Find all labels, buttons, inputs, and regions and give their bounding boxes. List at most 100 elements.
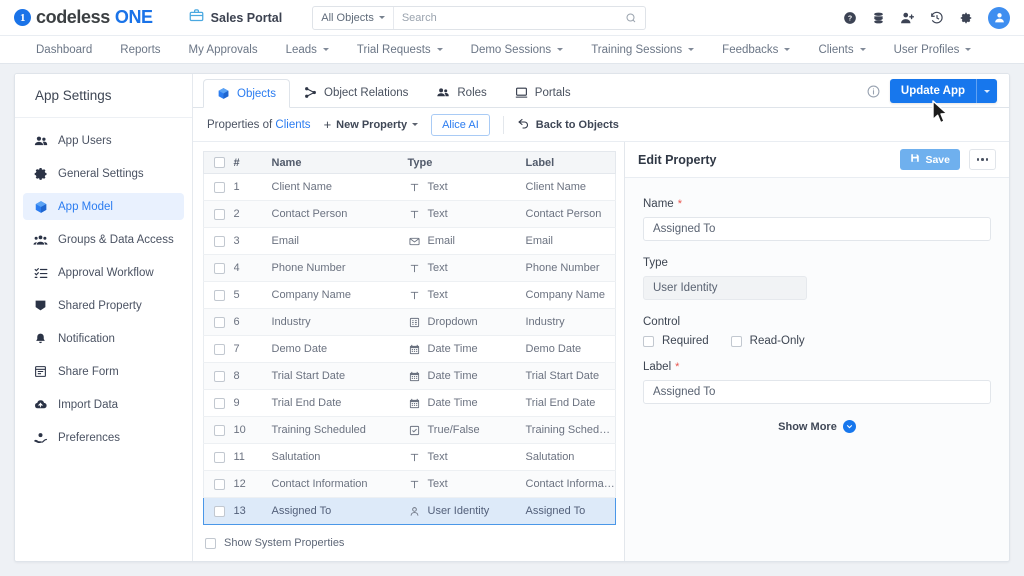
nav-item-user-profiles[interactable]: User Profiles — [880, 36, 986, 63]
table-row[interactable]: 1 Client Name Text Client Name — [204, 174, 616, 201]
nav-item-leads[interactable]: Leads — [272, 36, 343, 63]
table-row[interactable]: 6 Industry Dropdown Industry — [204, 309, 616, 336]
required-checkbox-group[interactable]: Required — [643, 335, 709, 347]
chevron-down-icon — [412, 123, 418, 126]
gear-icon[interactable] — [959, 11, 973, 25]
row-checkbox[interactable] — [214, 182, 225, 193]
checkbox-icon — [408, 425, 421, 436]
update-app-button[interactable]: Update App — [890, 79, 997, 103]
row-checkbox[interactable] — [214, 398, 225, 409]
table-row[interactable]: 4 Phone Number Text Phone Number — [204, 255, 616, 282]
briefcase-icon — [189, 8, 204, 28]
nav-item-clients[interactable]: Clients — [804, 36, 879, 63]
row-checkbox[interactable] — [214, 425, 225, 436]
row-type: Text — [428, 289, 448, 301]
search-input[interactable] — [394, 12, 625, 24]
sidebar-item-groups-data-access[interactable]: Groups & Data Access — [23, 226, 184, 253]
label-field[interactable]: Assigned To — [643, 380, 991, 404]
nav-item-dashboard[interactable]: Dashboard — [22, 36, 106, 63]
tab-objects[interactable]: Objects — [203, 79, 290, 108]
row-name: Company Name — [268, 282, 404, 309]
new-property-button[interactable]: + New Property — [324, 118, 419, 131]
table-head: # Name Type Label — [204, 152, 616, 174]
nav-item-feedbacks[interactable]: Feedbacks — [708, 36, 804, 63]
show-system-properties-row[interactable]: Show System Properties — [203, 525, 616, 549]
help-icon[interactable]: ? — [843, 11, 857, 25]
sidebar-item-notification[interactable]: Notification — [23, 325, 184, 352]
nav-item-my-approvals[interactable]: My Approvals — [175, 36, 272, 63]
show-more-button[interactable]: Show More — [643, 420, 991, 433]
sidebar-item-share-form[interactable]: Share Form — [23, 358, 184, 385]
required-checkbox[interactable] — [643, 336, 654, 347]
table-body: 1 Client Name Text Client Name 2 Contact… — [204, 174, 616, 525]
row-checkbox[interactable] — [214, 236, 225, 247]
table-row[interactable]: 7 Demo Date Date Time Demo Date — [204, 336, 616, 363]
table-row[interactable]: 3 Email Email Email — [204, 228, 616, 255]
avatar[interactable] — [988, 7, 1010, 29]
ellipsis-icon[interactable] — [969, 149, 996, 170]
app-logo[interactable]: 1 codelessONE — [14, 7, 153, 28]
row-checkbox[interactable] — [214, 506, 225, 517]
save-button[interactable]: Save — [900, 149, 960, 170]
sidebar-item-app-users[interactable]: App Users — [23, 127, 184, 154]
tab-portals[interactable]: Portals — [501, 78, 585, 107]
row-type-cell: User Identity — [404, 498, 522, 525]
row-checkbox[interactable] — [214, 263, 225, 274]
row-checkbox[interactable] — [214, 344, 225, 355]
database-icon[interactable] — [872, 11, 885, 25]
info-icon[interactable] — [867, 85, 880, 98]
sidebar-item-label: Approval Workflow — [58, 267, 154, 279]
table-row-selected[interactable]: 13 Assigned To User Identity Assigned To — [204, 498, 616, 525]
nav-item-trial-requests[interactable]: Trial Requests — [343, 36, 457, 63]
row-checkbox[interactable] — [214, 209, 225, 220]
row-label: Contact Person — [522, 201, 616, 228]
sidebar-item-shared-property[interactable]: Shared Property — [23, 292, 184, 319]
control-label: Control — [643, 316, 991, 328]
table-row[interactable]: 2 Contact Person Text Contact Person — [204, 201, 616, 228]
show-system-properties-checkbox[interactable] — [205, 538, 216, 549]
select-all-checkbox[interactable] — [214, 157, 225, 168]
sidebar-item-approval-workflow[interactable]: Approval Workflow — [23, 259, 184, 286]
readonly-checkbox-group[interactable]: Read-Only — [731, 335, 805, 347]
row-checkbox[interactable] — [214, 479, 225, 490]
sidebar-item-app-model[interactable]: App Model — [23, 193, 184, 220]
alice-ai-button[interactable]: Alice AI — [431, 114, 490, 136]
col-header-type[interactable]: Type — [404, 152, 522, 174]
row-name: Training Scheduled — [268, 417, 404, 444]
table-row[interactable]: 5 Company Name Text Company Name — [204, 282, 616, 309]
readonly-checkbox[interactable] — [731, 336, 742, 347]
table-row[interactable]: 8 Trial Start Date Date Time Trial Start… — [204, 363, 616, 390]
table-row[interactable]: 9 Trial End Date Date Time Trial End Dat… — [204, 390, 616, 417]
add-user-icon[interactable] — [900, 11, 915, 25]
sidebar-item-label: App Model — [58, 201, 113, 213]
search-icon[interactable] — [625, 12, 645, 24]
row-checkbox[interactable] — [214, 452, 225, 463]
update-app-dropdown-toggle[interactable] — [976, 79, 997, 103]
history-icon[interactable] — [930, 11, 944, 25]
table-row[interactable]: 12 Contact Information Text Contact Info… — [204, 471, 616, 498]
tab-object-relations[interactable]: Object Relations — [290, 78, 422, 107]
col-header-label[interactable]: Label — [522, 152, 616, 174]
object-name-link[interactable]: Clients — [275, 119, 310, 131]
sidebar-item-preferences[interactable]: Preferences — [23, 424, 184, 451]
back-to-objects-button[interactable]: Back to Objects — [517, 117, 619, 132]
nav-item-reports[interactable]: Reports — [106, 36, 174, 63]
sidebar-item-import-data[interactable]: Import Data — [23, 391, 184, 418]
tab-roles[interactable]: Roles — [422, 78, 500, 107]
roles-icon — [436, 86, 450, 99]
search-bar[interactable]: All Objects — [312, 6, 646, 30]
row-name: Industry — [268, 309, 404, 336]
nav-item-demo-sessions[interactable]: Demo Sessions — [457, 36, 578, 63]
row-checkbox[interactable] — [214, 317, 225, 328]
search-scope-dropdown[interactable]: All Objects — [313, 7, 394, 29]
col-header-name[interactable]: Name — [268, 152, 404, 174]
table-row[interactable]: 11 Salutation Text Salutation — [204, 444, 616, 471]
col-header-number[interactable]: # — [234, 152, 268, 174]
sidebar-item-general-settings[interactable]: General Settings — [23, 160, 184, 187]
portal-selector[interactable]: Sales Portal — [189, 8, 283, 28]
name-field[interactable]: Assigned To — [643, 217, 991, 241]
row-checkbox[interactable] — [214, 290, 225, 301]
nav-item-training-sessions[interactable]: Training Sessions — [577, 36, 708, 63]
table-row[interactable]: 10 Training Scheduled True/False Trainin… — [204, 417, 616, 444]
row-checkbox[interactable] — [214, 371, 225, 382]
